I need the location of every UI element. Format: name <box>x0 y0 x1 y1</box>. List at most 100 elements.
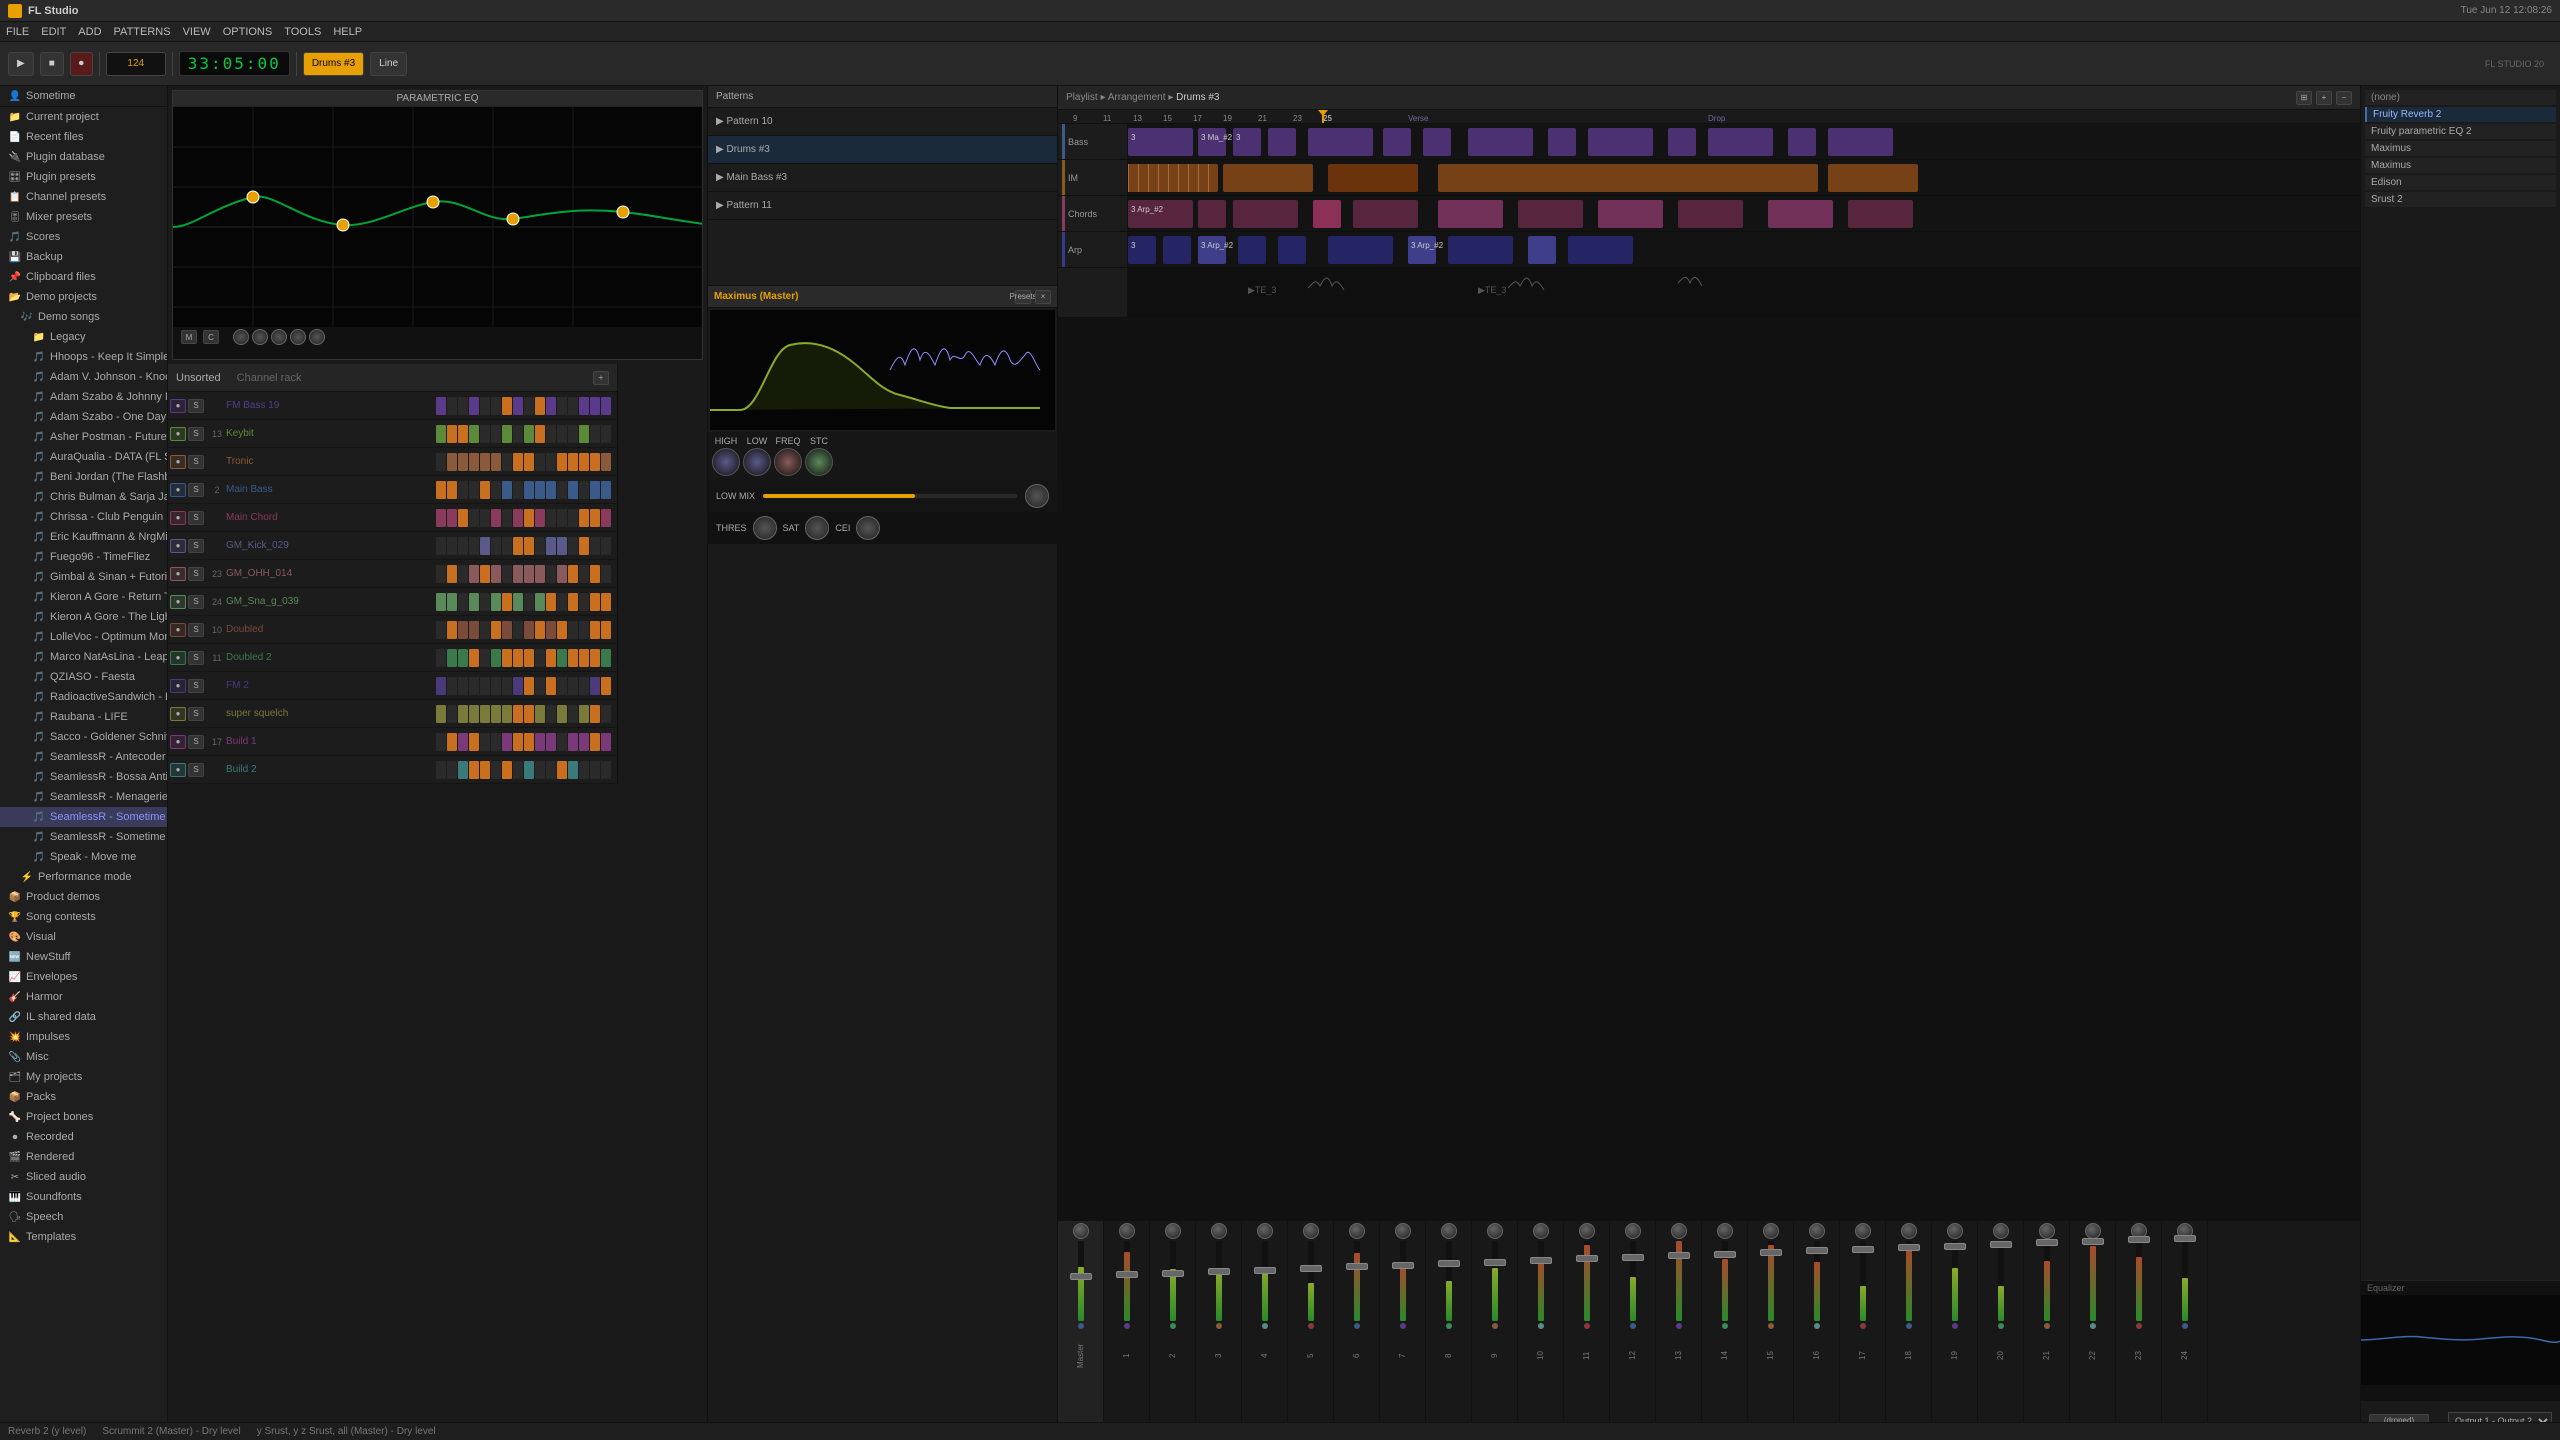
step-9-7[interactable] <box>513 649 523 667</box>
step-8-4[interactable] <box>480 621 490 639</box>
mix-send-knob-3[interactable] <box>1211 1223 1227 1239</box>
step-9-6[interactable] <box>502 649 512 667</box>
step-12-4[interactable] <box>480 733 490 751</box>
step-11-0[interactable] <box>436 705 446 723</box>
mixer-channel-22[interactable]: 22 <box>2070 1221 2116 1440</box>
step-0-5[interactable] <box>491 397 501 415</box>
mix-fader-handle-18[interactable] <box>1898 1244 1920 1251</box>
step-12-8[interactable] <box>524 733 534 751</box>
arr-bc-arrangement[interactable]: Arrangement <box>1108 92 1166 103</box>
step-13-13[interactable] <box>579 761 589 779</box>
step-10-2[interactable] <box>458 677 468 695</box>
sidebar-item-my-projects[interactable]: 🗂My projects <box>0 1067 167 1087</box>
step-5-3[interactable] <box>469 537 479 555</box>
ch-solo-3[interactable]: S <box>188 483 204 497</box>
step-6-7[interactable] <box>513 565 523 583</box>
mix-color-btn-3[interactable] <box>1216 1323 1222 1329</box>
mix-fader-handle-12[interactable] <box>1622 1254 1644 1261</box>
mixer-channel-23[interactable]: 23 <box>2116 1221 2162 1440</box>
ch-solo-5[interactable]: S <box>188 539 204 553</box>
ch-mute-10[interactable]: ● <box>170 679 186 693</box>
mix-fader-handle-16[interactable] <box>1806 1247 1828 1254</box>
step-9-11[interactable] <box>557 649 567 667</box>
sidebar-item-clipboard-files[interactable]: 📌Clipboard files <box>0 267 167 287</box>
step-2-14[interactable] <box>590 453 600 471</box>
step-7-13[interactable] <box>579 593 589 611</box>
arr-bass-lane[interactable]: 3 3 Ma_#2 3 <box>1128 124 2360 159</box>
step-2-3[interactable] <box>469 453 479 471</box>
sidebar-item-marco-nataslina---leap-of-fait[interactable]: 🎵Marco NatAsLina - Leap of Faith <box>0 647 167 667</box>
channel-row-build-2[interactable]: ● S Build 2 <box>168 756 617 784</box>
mixer-channel-5[interactable]: 5 <box>1288 1221 1334 1440</box>
mix-fader-handle-19[interactable] <box>1944 1243 1966 1250</box>
step-10-6[interactable] <box>502 677 512 695</box>
mix-color-btn-1[interactable] <box>1124 1323 1130 1329</box>
mix-send-knob-2[interactable] <box>1165 1223 1181 1239</box>
step-3-9[interactable] <box>535 481 545 499</box>
eq-compare-btn[interactable]: C <box>203 330 219 344</box>
step-5-1[interactable] <box>447 537 457 555</box>
toolbar-stop[interactable]: ■ <box>40 52 64 76</box>
toolbar-mode[interactable]: Line <box>370 52 407 76</box>
step-10-4[interactable] <box>480 677 490 695</box>
step-1-0[interactable] <box>436 425 446 443</box>
channel-row-doubled-2[interactable]: ● S 11 Doubled 2 <box>168 644 617 672</box>
step-5-7[interactable] <box>513 537 523 555</box>
mix-color-btn-2[interactable] <box>1170 1323 1176 1329</box>
step-2-2[interactable] <box>458 453 468 471</box>
maximus-thres-knob[interactable] <box>753 516 777 540</box>
ch-solo-9[interactable]: S <box>188 651 204 665</box>
sidebar-item-sacco---goldener-schnitt[interactable]: 🎵Sacco - Goldener Schnitt <box>0 727 167 747</box>
step-10-10[interactable] <box>546 677 556 695</box>
step-10-3[interactable] <box>469 677 479 695</box>
fx-para-eq[interactable]: Fruity parametric EQ 2 <box>2365 124 2556 139</box>
mix-send-knob-22[interactable] <box>2085 1223 2101 1239</box>
sidebar-item-seamlessr---bossa-antics[interactable]: 🎵SeamlessR - Bossa Antics <box>0 767 167 787</box>
step-5-9[interactable] <box>535 537 545 555</box>
mix-color-btn-11[interactable] <box>1584 1323 1590 1329</box>
mix-send-knob-6[interactable] <box>1349 1223 1365 1239</box>
mix-color-btn-8[interactable] <box>1446 1323 1452 1329</box>
mix-send-knob-19[interactable] <box>1947 1223 1963 1239</box>
channel-row-main-chord[interactable]: ● S Main Chord <box>168 504 617 532</box>
channel-row-tronic[interactable]: ● S Tronic <box>168 448 617 476</box>
mixer-channel-6[interactable]: 6 <box>1334 1221 1380 1440</box>
step-11-3[interactable] <box>469 705 479 723</box>
sidebar-item-beni-jordan-(the-flashbulb)---[interactable]: 🎵Beni Jordan (The Flashbulb) - Cassette … <box>0 467 167 487</box>
step-1-6[interactable] <box>502 425 512 443</box>
menu-help[interactable]: HELP <box>333 26 362 38</box>
fx-maximus-2[interactable]: Maximus <box>2365 158 2556 173</box>
toolbar-play[interactable]: ▶ <box>8 52 34 76</box>
step-9-13[interactable] <box>579 649 589 667</box>
mix-fader-handle-21[interactable] <box>2036 1239 2058 1246</box>
ch-mute-3[interactable]: ● <box>170 483 186 497</box>
fx-srust[interactable]: Srust 2 <box>2365 192 2556 207</box>
step-13-5[interactable] <box>491 761 501 779</box>
step-11-8[interactable] <box>524 705 534 723</box>
step-5-0[interactable] <box>436 537 446 555</box>
step-4-15[interactable] <box>601 509 611 527</box>
step-12-14[interactable] <box>590 733 600 751</box>
maximus-lowmix-knob[interactable] <box>1025 484 1049 508</box>
maximus-freq-knob[interactable] <box>774 448 802 476</box>
step-3-6[interactable] <box>502 481 512 499</box>
step-6-0[interactable] <box>436 565 446 583</box>
pattern-item-mainbass3[interactable]: ▶ Main Bass #3 <box>708 164 1057 192</box>
mix-color-btn-20[interactable] <box>1998 1323 2004 1329</box>
mix-color-btn-12[interactable] <box>1630 1323 1636 1329</box>
mix-color-btn-21[interactable] <box>2044 1323 2050 1329</box>
mix-send-knob-14[interactable] <box>1717 1223 1733 1239</box>
sidebar-item-demo-songs[interactable]: 🎶Demo songs <box>0 307 167 327</box>
mix-fader-handle-4[interactable] <box>1254 1267 1276 1274</box>
mix-fader-handle-3[interactable] <box>1208 1268 1230 1275</box>
step-7-8[interactable] <box>524 593 534 611</box>
step-7-6[interactable] <box>502 593 512 611</box>
channel-row-super-squelch[interactable]: ● S super squelch <box>168 700 617 728</box>
mix-fader-handle-11[interactable] <box>1576 1255 1598 1262</box>
mixer-channel-10[interactable]: 10 <box>1518 1221 1564 1440</box>
step-7-3[interactable] <box>469 593 479 611</box>
step-8-13[interactable] <box>579 621 589 639</box>
step-1-15[interactable] <box>601 425 611 443</box>
mix-send-knob-16[interactable] <box>1809 1223 1825 1239</box>
mix-send-knob-4[interactable] <box>1257 1223 1273 1239</box>
